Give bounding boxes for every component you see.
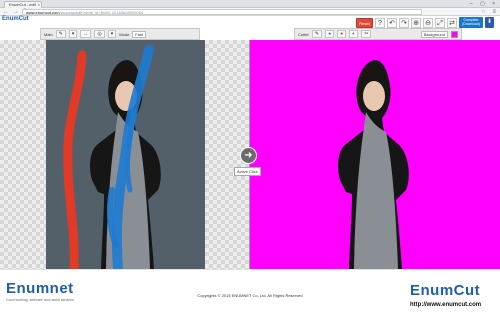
zoom-out-icon[interactable]: ⊖ bbox=[423, 17, 433, 28]
active-click-button[interactable]: ➜ bbox=[240, 147, 257, 164]
background-select[interactable]: Background bbox=[420, 30, 448, 38]
cut-icon[interactable]: ✂ bbox=[361, 30, 372, 38]
address-bar: ← → C www.enumcut.com/process/edit?work_… bbox=[0, 8, 500, 16]
cutter-toolbar-label: Cutter bbox=[298, 31, 309, 37]
view-options-dropdown-icon[interactable]: ▾ bbox=[107, 30, 117, 38]
result-photo bbox=[250, 40, 500, 269]
source-image-canvas[interactable] bbox=[46, 40, 205, 269]
complete-button[interactable]: Complete (Download) bbox=[459, 17, 483, 28]
enumcut-logo[interactable]: EnumCut bbox=[410, 282, 480, 299]
zoom-in-icon[interactable]: ⊕ bbox=[411, 17, 421, 28]
brush-tool-icon[interactable]: ✎ bbox=[55, 30, 66, 38]
url-field[interactable]: www.enumcut.com/process/edit?work_id=NUM… bbox=[22, 9, 422, 15]
bookmark-star-icon[interactable]: ☆ bbox=[481, 8, 486, 16]
copyright-text: Copyrights © 2015 ENUMNET Co. Ltd. All R… bbox=[197, 293, 303, 298]
brush-size-dropdown-icon[interactable]: ▾ bbox=[68, 30, 78, 38]
workspace: ➜ Active Click bbox=[0, 40, 500, 269]
result-image-canvas[interactable] bbox=[250, 40, 500, 269]
active-click-label: Active Click bbox=[234, 167, 261, 176]
main-toolbar: Main ✎ ▾ ↔ ◎ ▾ Mode Fast bbox=[40, 28, 200, 40]
browser-tab[interactable]: EnumCut - edit × bbox=[4, 1, 42, 8]
url-path: /process/edit?work_id=NUM_20160608000084 bbox=[59, 10, 144, 15]
source-photo bbox=[46, 40, 205, 269]
remove-brush-icon[interactable]: ● bbox=[337, 30, 347, 38]
cutter-brush-icon[interactable]: ✎ bbox=[311, 30, 323, 38]
mode-select[interactable]: Fast bbox=[132, 30, 147, 38]
enumnet-logo[interactable]: Enumnet bbox=[6, 280, 74, 297]
complete-sublabel: (Download) bbox=[462, 22, 480, 26]
reset-button[interactable]: Reset bbox=[356, 17, 373, 28]
tab-title: EnumCut - edit bbox=[9, 2, 36, 7]
redo-icon[interactable]: ↷ bbox=[399, 17, 409, 28]
browser-titlebar: EnumCut - edit × – ▢ × bbox=[0, 0, 500, 8]
enumnet-tagline: Good working, software and useful servic… bbox=[6, 298, 74, 302]
download-icon[interactable]: ⬇ bbox=[485, 17, 494, 28]
fit-screen-icon[interactable]: ⤢ bbox=[435, 17, 445, 28]
contrast-icon[interactable]: ◐ bbox=[349, 30, 359, 38]
enumcut-url-link[interactable]: http://www.enumcut.com bbox=[410, 302, 481, 308]
mode-label: Mode bbox=[119, 31, 130, 37]
help-icon[interactable]: ? bbox=[375, 17, 385, 28]
browser-menu-icon[interactable]: ≡ bbox=[492, 8, 496, 16]
window-controls[interactable]: – ▢ × bbox=[470, 1, 498, 7]
keep-brush-icon[interactable]: ● bbox=[325, 30, 335, 38]
move-tool-icon[interactable]: ↔ bbox=[80, 30, 92, 38]
cutter-toolbar: Cutter ✎ ● ● ◐ ✂ Background bbox=[294, 28, 462, 40]
background-color-swatch[interactable] bbox=[451, 30, 458, 38]
view-tool-icon[interactable]: ◎ bbox=[94, 30, 105, 38]
main-toolbar-label: Main bbox=[44, 31, 53, 37]
undo-icon[interactable]: ↶ bbox=[387, 17, 397, 28]
swap-icon[interactable]: ⇄ bbox=[447, 17, 457, 28]
url-host: www.enumcut.com bbox=[26, 10, 60, 15]
app-logo[interactable]: EnumCut bbox=[2, 16, 29, 22]
transparent-bg-left bbox=[0, 40, 46, 269]
